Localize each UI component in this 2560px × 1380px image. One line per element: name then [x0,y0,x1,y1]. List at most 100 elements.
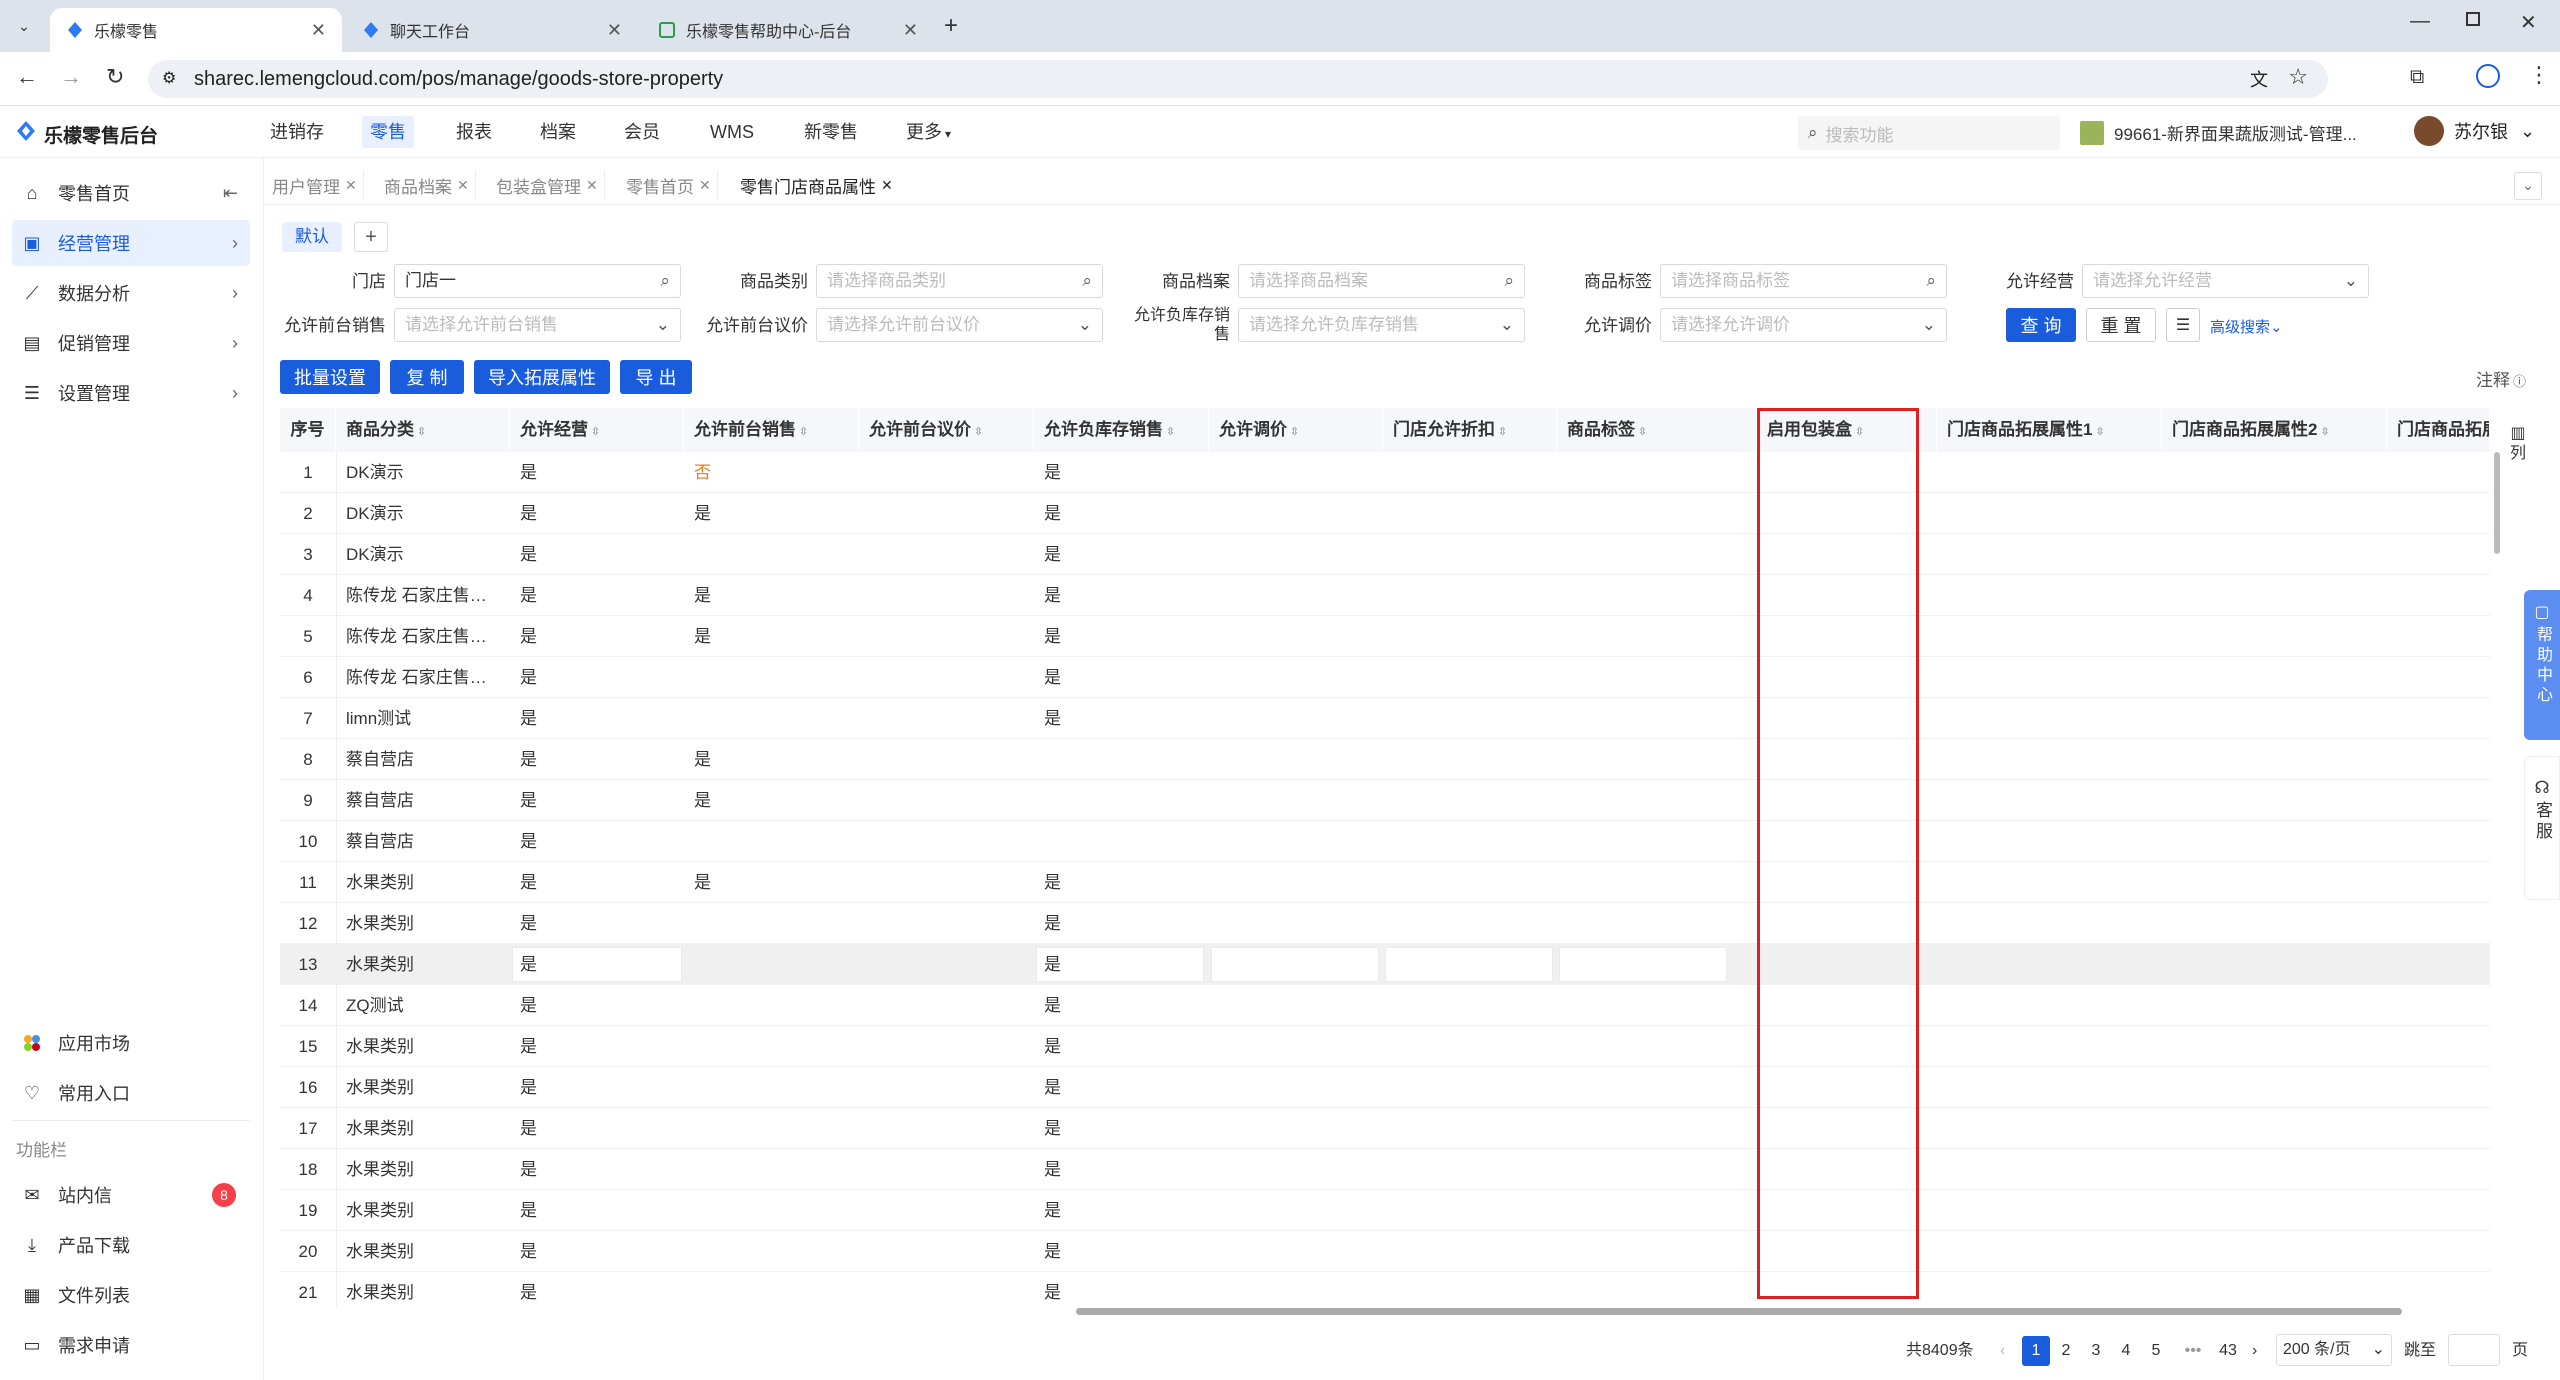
close-icon[interactable]: ✕ [903,20,918,41]
brand[interactable]: 乐檬零售后台 [16,120,158,148]
cell-front-bargain[interactable] [859,903,1034,944]
close-icon[interactable]: ✕ [699,177,711,194]
close-icon[interactable]: ✕ [586,177,598,194]
nav-reports[interactable]: 报表 [448,116,500,148]
column-header-adjust[interactable]: 允许调价 ⇳ [1209,408,1383,452]
cell-neg-stock[interactable]: 是 [1034,575,1209,616]
cell-allow-op[interactable]: 是 [510,698,684,739]
nav-archives[interactable]: 档案 [532,116,584,148]
store-select[interactable]: 门店一 ⌕ [394,264,681,298]
cell-front-sale[interactable] [684,534,859,575]
reload-icon[interactable]: ↻ [106,64,124,90]
cell-category[interactable]: 水果类别 [336,903,510,944]
column-settings-button[interactable]: ▥ 列 [2506,424,2530,464]
cell-category[interactable]: 水果类别 [336,1231,510,1272]
cell-category[interactable]: 水果类别 [336,862,510,903]
nav-new-retail[interactable]: 新零售 [796,116,866,148]
page-number-button[interactable]: 2 [2052,1336,2080,1366]
import-extended-button[interactable]: 导入拓展属性 [474,360,610,394]
annotation-toggle[interactable]: 注释 ⓘ [2476,366,2526,391]
cell-allow-op[interactable]: 是 [510,862,684,903]
cell-front-bargain[interactable] [859,1026,1034,1067]
prev-page-button[interactable]: ‹ [2000,1336,2005,1366]
page-number-button[interactable]: 4 [2112,1336,2140,1366]
cell-allow-op[interactable]: 是 [510,575,684,616]
sidebar-item-promotion[interactable]: ▤ 促销管理 › [12,320,250,366]
close-icon[interactable]: ✕ [607,20,622,41]
sidebar-item-retail-home[interactable]: ⌂ 零售首页 ⇤ [12,170,250,216]
cell-front-bargain[interactable] [859,985,1034,1026]
copy-button[interactable]: 复 制 [390,360,464,394]
function-search-input[interactable]: ⌕ 搜索功能 [1798,116,2060,150]
cell-front-sale[interactable] [684,1149,859,1190]
cell-neg-stock[interactable]: 是 [1034,1272,1209,1308]
cell-neg-stock[interactable]: 是 [1034,985,1209,1026]
table-row[interactable]: 16 水果类别是是 [280,1067,2490,1108]
export-button[interactable]: 导 出 [620,360,692,394]
cell-category[interactable]: 蔡自营店 [336,821,510,862]
column-header-ext1[interactable]: 门店商品拓展属性1 ⇳ [1937,408,2162,452]
sort-icon[interactable]: ⇳ [417,426,426,438]
profile-icon[interactable] [2476,64,2500,88]
cell-front-sale[interactable] [684,698,859,739]
cell-neg-stock[interactable]: 是 [1034,1149,1209,1190]
filter-settings-button[interactable]: ☰ [2166,308,2200,342]
table-row[interactable]: 4 陈传龙 石家庄售… 是是是 [280,575,2490,616]
sort-icon[interactable]: ⇳ [1638,426,1647,438]
browser-menu-icon[interactable]: ⋮ [2528,62,2550,88]
edit-cell-box[interactable] [1211,947,1379,982]
cell-allow-op[interactable]: 是 [510,657,684,698]
batch-set-button[interactable]: 批量设置 [280,360,380,394]
cell-neg-stock[interactable] [1034,780,1209,821]
page-tab-retail-home[interactable]: 零售首页 ✕ [620,170,718,200]
sidebar-item-requests[interactable]: ▭ 需求申请 [12,1322,250,1368]
cell-allow-op[interactable]: 是 [510,739,684,780]
restore-icon[interactable] [2466,12,2480,26]
nav-members[interactable]: 会员 [616,116,668,148]
nav-more[interactable]: 更多 ▾ [898,116,959,148]
close-icon[interactable]: ✕ [457,177,469,194]
adjust-select[interactable]: 请选择允许调价 ⌄ [1660,308,1947,342]
back-icon[interactable]: ← [16,64,38,90]
cell-category[interactable]: DK演示 [336,534,510,575]
cell-allow-op[interactable]: 是 [510,1149,684,1190]
cell-category[interactable]: 水果类别 [336,1190,510,1231]
sidebar-item-app-market[interactable]: 应用市场 [12,1020,250,1066]
close-icon[interactable]: ✕ [345,177,357,194]
user-menu[interactable]: 苏尔银 ⌄ [2414,116,2535,146]
column-header-tag[interactable]: 商品标签 ⇳ [1557,408,1757,452]
cell-front-bargain[interactable] [859,452,1034,493]
cell-category[interactable]: 陈传龙 石家庄售… [336,657,510,698]
front-bargain-select[interactable]: 请选择允许前台议价 ⌄ [816,308,1103,342]
column-header-front-sale[interactable]: 允许前台销售 ⇳ [684,408,859,452]
sort-icon[interactable]: ⇳ [1498,426,1507,438]
add-scheme-button[interactable]: + [354,222,388,252]
url-field[interactable]: ⚙ sharec.lemengcloud.com/pos/manage/good… [148,60,2328,98]
cell-allow-op[interactable]: 是 [510,534,684,575]
cell-neg-stock[interactable]: 是 [1034,944,1209,985]
cell-front-bargain[interactable] [859,534,1034,575]
cell-neg-stock[interactable]: 是 [1034,862,1209,903]
column-header-seq[interactable]: 序号 [280,408,336,452]
close-icon[interactable]: ✕ [881,177,893,194]
cell-front-bargain[interactable] [859,493,1034,534]
cell-front-sale[interactable] [684,1272,859,1308]
front-sale-select[interactable]: 请选择允许前台销售 ⌄ [394,308,681,342]
cell-neg-stock[interactable]: 是 [1034,616,1209,657]
cell-front-sale[interactable]: 否 [684,452,859,493]
column-header-front-bargain[interactable]: 允许前台议价 ⇳ [859,408,1034,452]
cell-front-bargain[interactable] [859,1067,1034,1108]
cell-front-sale[interactable] [684,1067,859,1108]
cell-allow-op[interactable]: 是 [510,1067,684,1108]
sidebar-item-inbox[interactable]: ✉ 站内信 8 [12,1172,250,1218]
page-tab-store-goods-property[interactable]: 零售门店商品属性 ✕ [734,170,899,200]
sort-icon[interactable]: ⇳ [799,426,808,438]
cell-front-bargain[interactable] [859,862,1034,903]
sidebar-item-favorites[interactable]: ♡ 常用入口 [12,1070,250,1116]
cell-allow-op[interactable]: 是 [510,821,684,862]
extensions-icon[interactable]: ⧉ [2410,66,2424,89]
cell-category[interactable]: 水果类别 [336,944,510,985]
cell-category[interactable]: 水果类别 [336,1067,510,1108]
page-tab-users[interactable]: 用户管理 ✕ [266,170,364,200]
cell-category[interactable]: 蔡自营店 [336,739,510,780]
